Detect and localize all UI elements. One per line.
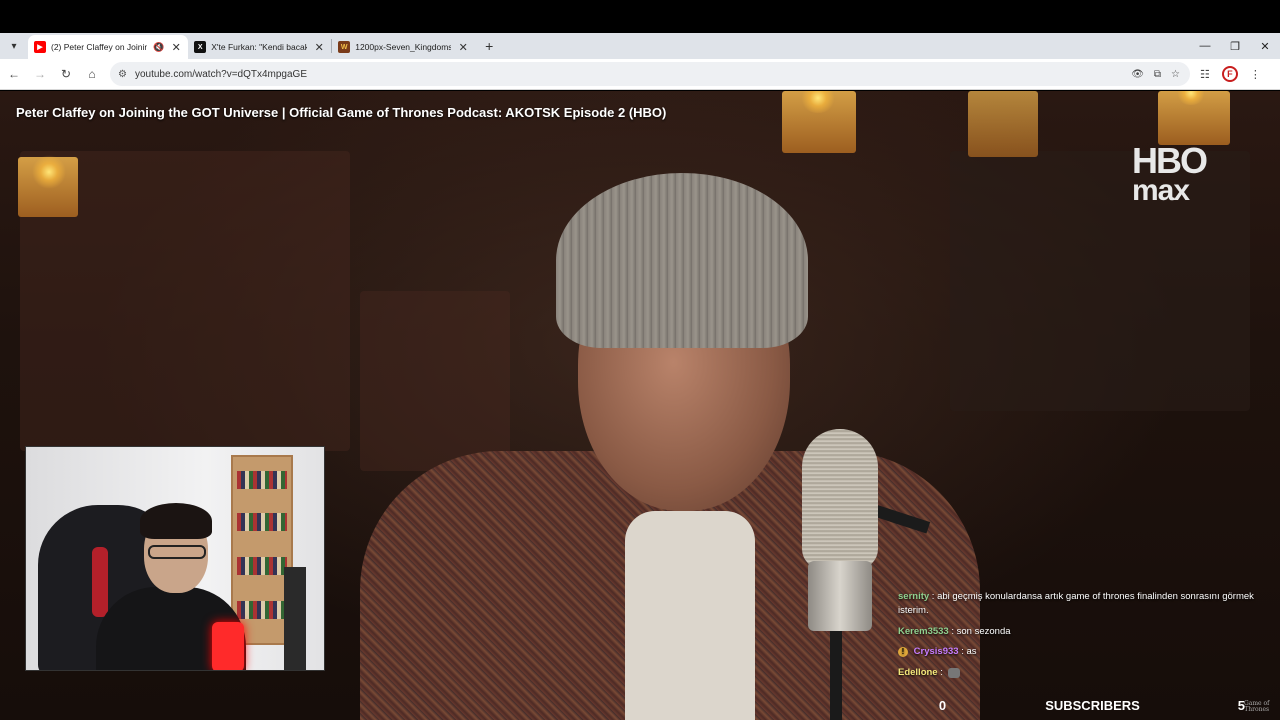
streamer-hair: [140, 503, 212, 539]
microphone-body: [808, 561, 872, 631]
forward-icon[interactable]: →: [28, 62, 52, 86]
subscriber-counter: 0 SUBSCRIBERS 5: [905, 695, 1245, 715]
restore-icon[interactable]: ❐: [1220, 33, 1250, 59]
wiki-icon: W: [338, 41, 351, 53]
chat-username: Kerem3533: [898, 625, 949, 637]
chat-message: sernity : abi geçmiş konulardansa artık …: [898, 591, 1254, 616]
site-info-icon[interactable]: ⚙: [118, 69, 127, 80]
tab-title: 1200px-Seven_Kingdoms.svg.p: [355, 42, 452, 52]
logo-line-2: max: [1132, 174, 1190, 208]
menu-kebab-icon[interactable]: ⋮: [1250, 68, 1261, 81]
lantern: [968, 91, 1038, 157]
ring-light-stand: [284, 567, 306, 670]
browser-toolbar: ← → ↻ ⌂ ⚙ youtube.com/watch?v=dQTx4mpgaG…: [0, 59, 1280, 90]
tab-x[interactable]: X X'te Furkan: "Kendi bacaklarına ✕: [188, 35, 331, 59]
tab-search-dropdown[interactable]: ▾: [0, 33, 28, 59]
tab-title: X'te Furkan: "Kendi bacaklarına: [211, 42, 308, 52]
tab-title: (2) Peter Claffey on Joining: [51, 42, 147, 52]
book-row: [237, 601, 287, 619]
tab-seven-kingdoms[interactable]: W 1200px-Seven_Kingdoms.svg.p ✕: [332, 35, 475, 59]
chat-text: abi geçmiş konulardansa artık game of th…: [898, 591, 1254, 616]
url-text[interactable]: youtube.com/watch?v=dQTx4mpgaGE: [135, 69, 307, 80]
book-row: [237, 471, 287, 489]
background-wall: [360, 291, 510, 471]
chat-overlay: sernity : abi geçmiş konulardansa artık …: [898, 590, 1273, 687]
back-icon[interactable]: ←: [2, 62, 26, 86]
tab-youtube[interactable]: ▶ (2) Peter Claffey on Joining 🔇 ✕: [28, 35, 189, 59]
webcam-overlay: [25, 446, 325, 671]
address-bar[interactable]: ⚙ youtube.com/watch?v=dQTx4mpgaGE 👁 ⧉ ☆: [110, 62, 1190, 86]
video-title: Peter Claffey on Joining the GOT Univers…: [16, 105, 667, 120]
streamer-microphone: [212, 622, 244, 670]
tracking-icon[interactable]: 👁: [1131, 69, 1144, 80]
studio-microphone: [802, 429, 878, 569]
extensions-icon[interactable]: ☷: [1200, 68, 1210, 81]
got-watermark-logo: Game of Thrones: [1244, 700, 1270, 713]
close-tab-button[interactable]: ✕: [313, 41, 325, 54]
subscriber-label: SUBSCRIBERS: [1045, 697, 1140, 713]
mic-stand: [830, 631, 842, 720]
mute-tab-icon[interactable]: 🔇: [153, 42, 164, 53]
chat-username: Edellone: [898, 667, 938, 679]
chat-username: sernity: [898, 591, 930, 602]
close-window-icon[interactable]: ✕: [1250, 33, 1280, 59]
chat-emote-icon: [947, 667, 960, 678]
minimize-icon[interactable]: —: [1190, 33, 1220, 59]
host-beanie: [556, 173, 808, 348]
chat-message: ! Crysis933 : as: [898, 645, 1273, 659]
profile-avatar[interactable]: F: [1221, 66, 1238, 82]
streamer-glasses: [148, 545, 206, 559]
window-controls: — ❐ ✕: [1190, 33, 1280, 59]
tab-strip: ▾ ▶ (2) Peter Claffey on Joining 🔇 ✕ X X…: [0, 33, 1280, 59]
video-player[interactable]: Peter Claffey on Joining the GOT Univers…: [0, 91, 1280, 720]
reload-icon[interactable]: ↻: [54, 62, 78, 86]
bookmark-star-icon[interactable]: ☆: [1171, 69, 1180, 80]
chat-text: son sezonda: [956, 625, 1011, 637]
install-app-icon[interactable]: ⧉: [1154, 69, 1161, 80]
chat-username: Crysis933: [913, 646, 959, 658]
screen-top-bezel: [0, 0, 1280, 33]
chat-message: Edellone :: [898, 666, 1273, 680]
chat-message: Kerem3533 : son sezonda: [898, 625, 1011, 637]
book-row: [237, 513, 287, 531]
home-icon[interactable]: ⌂: [80, 62, 104, 86]
warning-badge-icon: !: [898, 647, 908, 658]
subscriber-count-left: 0: [938, 697, 947, 713]
book-row: [237, 557, 287, 575]
hbo-max-logo: HBO max: [1132, 140, 1208, 208]
chat-text: as: [966, 646, 977, 658]
gaming-chair-stripe: [92, 547, 108, 617]
logo-line-1: HBO: [1132, 140, 1208, 181]
youtube-icon: ▶: [34, 41, 46, 53]
new-tab-button[interactable]: +: [481, 38, 497, 54]
lantern-glow: [32, 155, 66, 189]
x-icon: X: [194, 41, 207, 53]
host-shirt: [625, 511, 755, 720]
close-tab-button[interactable]: ✕: [457, 41, 469, 54]
subscriber-count-right: 5: [1237, 697, 1245, 713]
close-tab-button[interactable]: ✕: [170, 41, 182, 54]
